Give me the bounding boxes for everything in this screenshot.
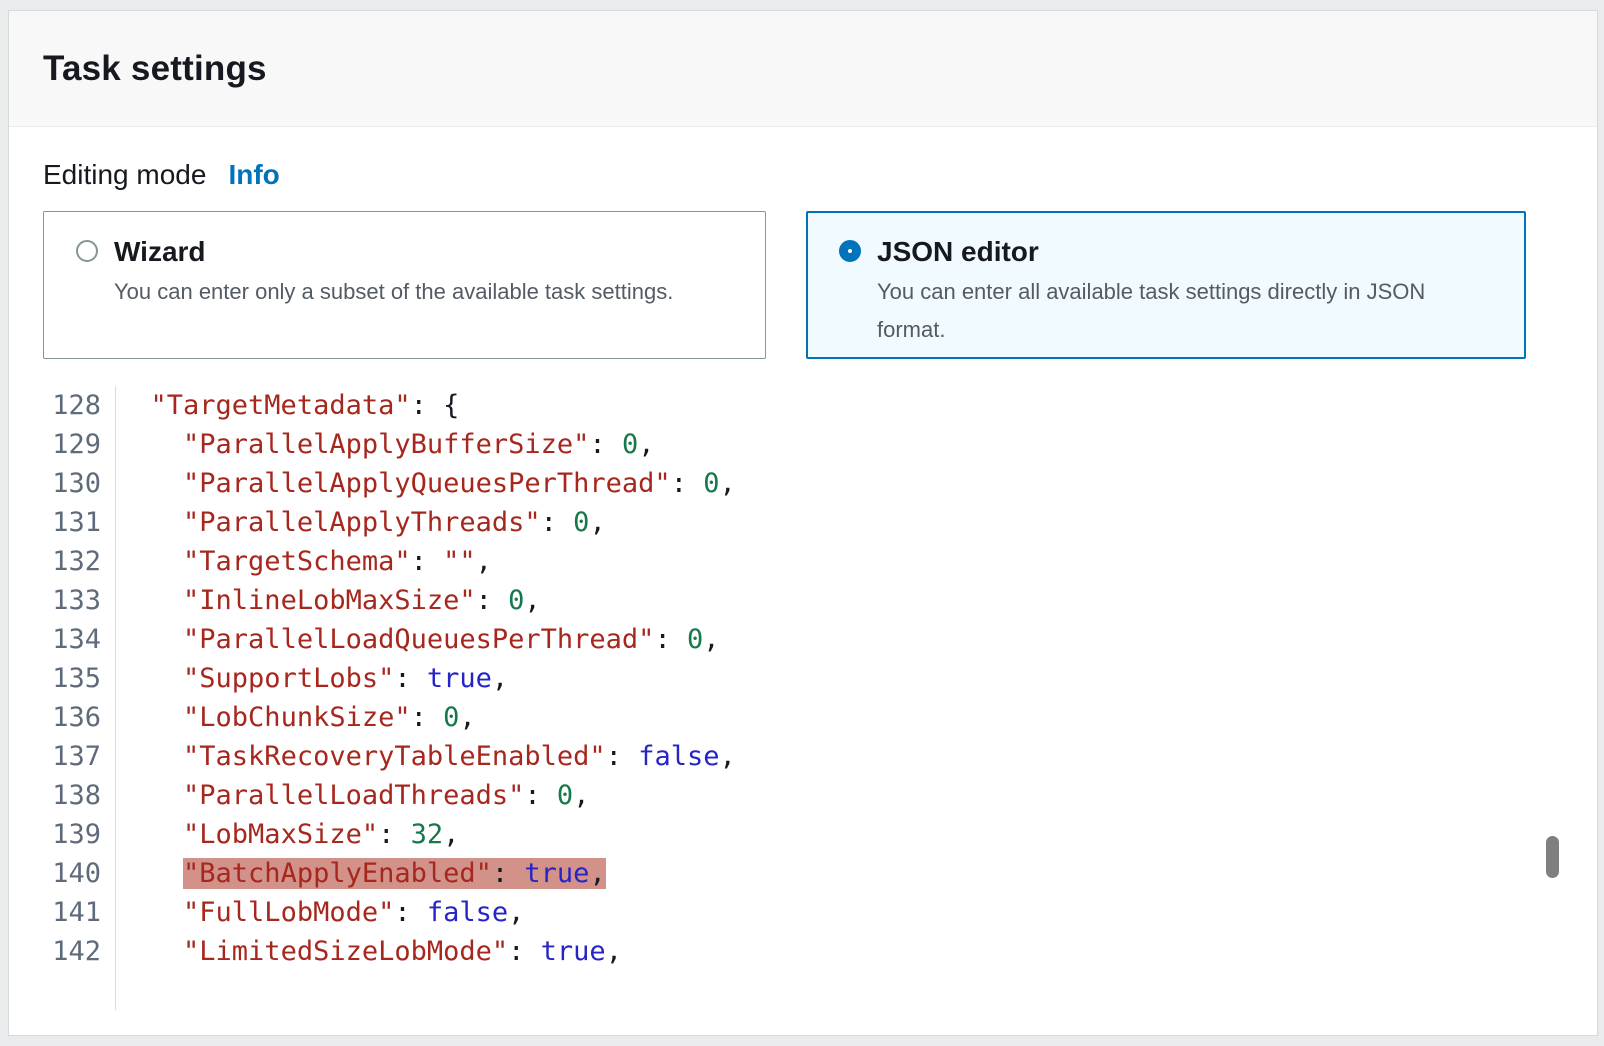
info-link[interactable]: Info: [228, 159, 279, 191]
line-number: 137: [43, 737, 116, 776]
editing-mode-option-wizard[interactable]: Wizard You can enter only a subset of th…: [43, 211, 766, 359]
code-line[interactable]: 135 "SupportLobs": true,: [43, 659, 1563, 698]
code-line[interactable]: 129 "ParallelApplyBufferSize": 0,: [43, 425, 1563, 464]
code-line[interactable]: 142 "LimitedSizeLobMode": true,: [43, 932, 1563, 971]
line-number: 128: [43, 386, 116, 425]
code-line[interactable]: 133 "InlineLobMaxSize": 0,: [43, 581, 1563, 620]
task-settings-panel: Task settings Editing mode Info Wizard Y…: [8, 10, 1598, 1036]
code-line-text: "LobMaxSize": 32,: [116, 815, 459, 854]
code-line[interactable]: 141 "FullLobMode": false,: [43, 893, 1563, 932]
code-line[interactable]: 140 "BatchApplyEnabled": true,: [43, 854, 1563, 893]
code-line-text: "InlineLobMaxSize": 0,: [116, 581, 541, 620]
code-line-text: "LobChunkSize": 0,: [116, 698, 476, 737]
code-line[interactable]: 137 "TaskRecoveryTableEnabled": false,: [43, 737, 1563, 776]
code-line[interactable]: 131 "ParallelApplyThreads": 0,: [43, 503, 1563, 542]
code-line-text: "TaskRecoveryTableEnabled": false,: [116, 737, 736, 776]
code-line-text: "ParallelLoadThreads": 0,: [116, 776, 589, 815]
line-number: 139: [43, 815, 116, 854]
line-number: [43, 971, 116, 1010]
task-settings-code-editor[interactable]: 128 "TargetMetadata": {129 "ParallelAppl…: [43, 386, 1563, 1010]
line-number: 136: [43, 698, 116, 737]
line-number: 140: [43, 854, 116, 893]
code-line-text: "ParallelApplyBufferSize": 0,: [116, 425, 654, 464]
editing-mode-options: Wizard You can enter only a subset of th…: [43, 211, 1563, 359]
json-editor-radio-icon[interactable]: [839, 240, 861, 262]
editing-mode-label: Editing mode: [43, 159, 206, 191]
code-line-text: "ParallelApplyThreads": 0,: [116, 503, 606, 542]
line-number: 129: [43, 425, 116, 464]
code-line-text: "TargetMetadata": {: [116, 386, 459, 425]
code-line[interactable]: 132 "TargetSchema": "",: [43, 542, 1563, 581]
panel-title: Task settings: [43, 49, 267, 89]
json-editor-option-label: JSON editor: [877, 233, 1497, 271]
code-line[interactable]: 130 "ParallelApplyQueuesPerThread": 0,: [43, 464, 1563, 503]
wizard-radio-icon[interactable]: [76, 240, 98, 262]
line-number: 141: [43, 893, 116, 932]
code-line-text: "SupportLobs": true,: [116, 659, 508, 698]
line-number: 131: [43, 503, 116, 542]
wizard-option-label: Wizard: [114, 233, 673, 271]
code-line-text: "ParallelLoadQueuesPerThread": 0,: [116, 620, 719, 659]
editing-mode-row: Editing mode Info: [43, 159, 1563, 197]
code-line-text: "ParallelApplyQueuesPerThread": 0,: [116, 464, 736, 503]
editor-scrollbar-thumb[interactable]: [1546, 836, 1559, 878]
panel-body: Editing mode Info Wizard You can enter o…: [9, 127, 1597, 1010]
code-line[interactable]: 134 "ParallelLoadQueuesPerThread": 0,: [43, 620, 1563, 659]
line-number: 138: [43, 776, 116, 815]
line-number: 134: [43, 620, 116, 659]
code-line[interactable]: 128 "TargetMetadata": {: [43, 386, 1563, 425]
line-number: 132: [43, 542, 116, 581]
code-line-text: "FullLobMode": false,: [116, 893, 524, 932]
line-number: 133: [43, 581, 116, 620]
line-number: 142: [43, 932, 116, 971]
panel-header: Task settings: [9, 11, 1597, 127]
code-line-text: "TargetSchema": "",: [116, 542, 492, 581]
code-line-text: [116, 971, 118, 1010]
code-line-text: "BatchApplyEnabled": true,: [116, 854, 606, 893]
code-line-text: "LimitedSizeLobMode": true,: [116, 932, 622, 971]
json-editor-option-description: You can enter all available task setting…: [877, 273, 1497, 349]
code-line[interactable]: 139 "LobMaxSize": 32,: [43, 815, 1563, 854]
code-line[interactable]: 136 "LobChunkSize": 0,: [43, 698, 1563, 737]
wizard-option-description: You can enter only a subset of the avail…: [114, 273, 673, 311]
editing-mode-option-json-editor[interactable]: JSON editor You can enter all available …: [806, 211, 1526, 359]
line-number: 130: [43, 464, 116, 503]
code-line[interactable]: 138 "ParallelLoadThreads": 0,: [43, 776, 1563, 815]
line-number: 135: [43, 659, 116, 698]
code-line[interactable]: [43, 971, 1563, 1010]
